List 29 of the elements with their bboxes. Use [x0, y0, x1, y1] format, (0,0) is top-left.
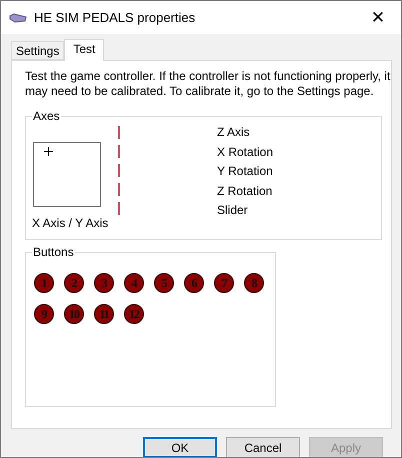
button-indicator: 3	[94, 273, 114, 293]
instruction-text: Test the game controller. If the controller is not functioning properly, it may need to be calibrated. To calibrate it, go to the Settings page.	[25, 69, 392, 99]
button-indicator: 12	[124, 304, 144, 324]
button-indicator: 5	[154, 273, 174, 293]
tab[interactable]: Test	[64, 39, 104, 61]
button-indicator: 7	[214, 273, 234, 293]
crosshair-icon	[44, 147, 53, 156]
dialog-button[interactable]: OK	[143, 437, 217, 457]
dialog-button[interactable]: Cancel	[226, 437, 300, 457]
axis-label: Z Axis	[217, 125, 251, 140]
window-title: HE SIM PEDALS properties	[34, 10, 196, 25]
button-indicator: 4	[124, 273, 144, 293]
group-title: Buttons	[32, 245, 75, 259]
axis-label: Slider	[217, 203, 249, 218]
tab[interactable]: Settings	[11, 41, 64, 60]
button-indicator: 1	[34, 273, 54, 293]
button-indicator: 8	[244, 273, 264, 293]
close-button[interactable]: ✕	[355, 1, 401, 34]
axis-label: Y Rotation	[217, 164, 274, 180]
button-indicator: 2	[64, 273, 84, 293]
axis-label: Z Rotation	[217, 184, 274, 199]
button-indicator: 9	[34, 304, 54, 324]
controller-icon	[9, 12, 27, 22]
group-title: Axes	[32, 109, 61, 123]
button-indicator: 6	[184, 273, 204, 293]
button-indicator: 10	[64, 304, 84, 324]
axis-label: X Axis / Y Axis	[32, 216, 110, 230]
button-indicator: 11	[94, 304, 114, 324]
axis-label: X Rotation	[217, 144, 274, 160]
